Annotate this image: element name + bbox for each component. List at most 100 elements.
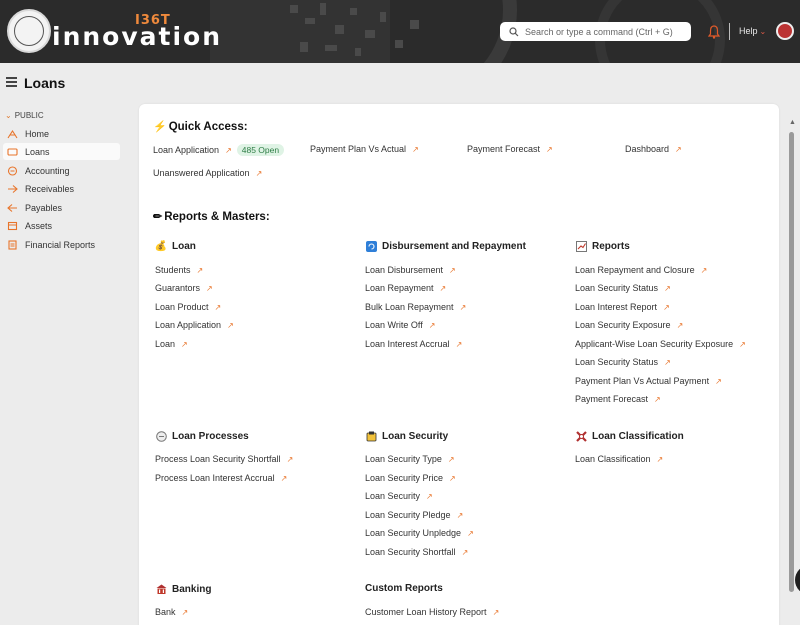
search-bar[interactable] bbox=[500, 22, 691, 41]
link-loan-disbursement[interactable]: Loan Disbursement ↗ bbox=[365, 265, 456, 275]
arrow-up-right-icon: ↗ bbox=[456, 510, 464, 520]
quick-access-unanswered-application[interactable]: Unanswered Application ↗ bbox=[153, 168, 262, 178]
link-students[interactable]: Students ↗ bbox=[155, 265, 203, 275]
link-loan-security-shortfall[interactable]: Loan Security Shortfall ↗ bbox=[365, 547, 468, 557]
link-loan-security-status[interactable]: Loan Security Status ↗ bbox=[575, 283, 671, 293]
classification-icon bbox=[575, 430, 587, 442]
arrow-up-right-icon: ↗ bbox=[447, 454, 455, 464]
link-loan-repayment[interactable]: Loan Repayment ↗ bbox=[365, 283, 446, 293]
shortcut-label: Payment Plan Vs Actual bbox=[310, 144, 407, 154]
link-bulk-loan-repayment[interactable]: Bulk Loan Repayment ↗ bbox=[365, 302, 466, 312]
link-label: Loan Security bbox=[365, 491, 421, 501]
payables-icon bbox=[6, 202, 18, 213]
link-loan-classification[interactable]: Loan Classification ↗ bbox=[575, 454, 663, 464]
card-loan-security-title: Loan Security bbox=[365, 430, 448, 442]
sidebar-item-label: Financial Reports bbox=[25, 239, 96, 250]
link-customer-loan-history-report[interactable]: Customer Loan History Report ↗ bbox=[365, 607, 499, 617]
quick-access-payment-forecast[interactable]: Payment Forecast ↗ bbox=[467, 144, 553, 154]
arrow-up-right-icon: ↗ bbox=[459, 302, 467, 312]
link-loan-security-status-2[interactable]: Loan Security Status ↗ bbox=[575, 357, 671, 367]
quick-access-dashboard[interactable]: Dashboard ↗ bbox=[625, 144, 682, 154]
link-payment-plan-vs-actual-payment[interactable]: Payment Plan Vs Actual Payment ↗ bbox=[575, 376, 722, 386]
link-guarantors[interactable]: Guarantors ↗ bbox=[155, 283, 213, 293]
section-title-text: Quick Access: bbox=[168, 120, 248, 133]
sidebar-item-payables[interactable]: Payables bbox=[3, 199, 120, 216]
company-seal-logo[interactable] bbox=[7, 9, 51, 53]
link-label: Loan Classification bbox=[575, 454, 651, 464]
lightning-icon: ⚡ bbox=[153, 121, 167, 133]
link-applicant-wise-loan-security-exposure[interactable]: Applicant-Wise Loan Security Exposure ↗ bbox=[575, 339, 746, 349]
link-label: Loan Security Status bbox=[575, 357, 659, 367]
link-label: Loan Interest Accrual bbox=[365, 339, 450, 349]
arrow-up-right-icon: ↗ bbox=[255, 168, 263, 178]
link-payment-forecast[interactable]: Payment Forecast ↗ bbox=[575, 394, 661, 404]
link-process-loan-security-shortfall[interactable]: Process Loan Security Shortfall ↗ bbox=[155, 454, 293, 464]
link-loan-application[interactable]: Loan Application ↗ bbox=[155, 320, 234, 330]
sidebar-item-accounting[interactable]: Accounting bbox=[3, 162, 120, 179]
scrollbar-thumb[interactable] bbox=[789, 132, 794, 592]
link-loan-security-type[interactable]: Loan Security Type ↗ bbox=[365, 454, 455, 464]
card-title-text: Disbursement and Repayment bbox=[382, 240, 526, 252]
card-title-text: Loan Security bbox=[382, 430, 449, 442]
link-loan-security-pledge[interactable]: Loan Security Pledge ↗ bbox=[365, 510, 463, 520]
card-title-text: Banking bbox=[172, 583, 212, 595]
sidebar-group-public[interactable]: ⌄ PUBLIC bbox=[5, 111, 44, 120]
link-loan-interest-accrual[interactable]: Loan Interest Accrual ↗ bbox=[365, 339, 462, 349]
link-loan-security-exposure[interactable]: Loan Security Exposure ↗ bbox=[575, 320, 683, 330]
arrow-up-right-icon: ↗ bbox=[412, 144, 419, 154]
link-label: Loan Security Pledge bbox=[365, 510, 451, 520]
arrow-up-right-icon: ↗ bbox=[196, 265, 204, 275]
card-title-text: Loan bbox=[172, 240, 196, 252]
link-bank[interactable]: Bank ↗ bbox=[155, 607, 188, 617]
workspace-card: ⚡ Quick Access: Loan Application ↗ 485 Open… bbox=[139, 104, 779, 625]
sidebar-item-loans[interactable]: Loans bbox=[3, 143, 120, 160]
count-badge: 485 Open bbox=[236, 144, 285, 156]
navbar-divider bbox=[729, 23, 730, 40]
sidebar-item-financial-reports[interactable]: Financial Reports bbox=[3, 236, 120, 253]
arrow-up-right-icon: ↗ bbox=[492, 607, 500, 617]
quick-access-payment-plan-vs-actual[interactable]: Payment Plan Vs Actual ↗ bbox=[310, 144, 419, 154]
receivables-icon bbox=[6, 183, 18, 194]
link-loan-security-unpledge[interactable]: Loan Security Unpledge ↗ bbox=[365, 528, 474, 538]
arrow-up-right-icon: ↗ bbox=[426, 491, 433, 501]
notification-bell-icon[interactable] bbox=[708, 25, 720, 39]
link-loan-security[interactable]: Loan Security ↗ bbox=[365, 491, 433, 501]
sidebar-item-receivables[interactable]: Receivables bbox=[3, 180, 120, 197]
link-loan-security-price[interactable]: Loan Security Price ↗ bbox=[365, 473, 456, 483]
link-label: Loan Security Status bbox=[575, 283, 659, 293]
arrow-up-right-icon: ↗ bbox=[449, 265, 456, 275]
link-label: Bank bbox=[155, 607, 176, 617]
link-loan-repayment-and-closure[interactable]: Loan Repayment and Closure ↗ bbox=[575, 265, 707, 275]
link-label: Loan Disbursement bbox=[365, 265, 444, 275]
link-label: Loan Security Exposure bbox=[575, 320, 671, 330]
link-label: Loan Application bbox=[155, 320, 222, 330]
link-process-loan-interest-accrual[interactable]: Process Loan Interest Accrual ↗ bbox=[155, 473, 287, 483]
link-loan-interest-report[interactable]: Loan Interest Report ↗ bbox=[575, 302, 670, 312]
user-avatar[interactable] bbox=[776, 22, 794, 40]
link-label: Customer Loan History Report bbox=[365, 607, 487, 617]
hamburger-menu-icon[interactable] bbox=[6, 77, 17, 87]
shortcut-label: Dashboard bbox=[625, 144, 670, 154]
arrow-up-right-icon: ↗ bbox=[461, 547, 469, 557]
link-loan-product[interactable]: Loan Product ↗ bbox=[155, 302, 221, 312]
help-label: Help bbox=[739, 26, 758, 36]
pencil-icon: ✏ bbox=[153, 211, 163, 223]
shortcut-label: Payment Forecast bbox=[467, 144, 541, 154]
sidebar-item-home[interactable]: Home bbox=[3, 125, 120, 142]
page-scrollbar[interactable]: ▲ bbox=[788, 104, 796, 625]
arrow-up-right-icon: ↗ bbox=[546, 144, 553, 154]
link-label: Loan Repayment bbox=[365, 283, 434, 293]
scroll-up-icon[interactable]: ▲ bbox=[789, 119, 796, 126]
search-input[interactable] bbox=[525, 26, 690, 37]
link-loan-write-off[interactable]: Loan Write Off ↗ bbox=[365, 320, 435, 330]
help-dropdown[interactable]: Help ⌄ bbox=[739, 26, 766, 36]
link-label: Loan Product bbox=[155, 302, 209, 312]
top-navbar: innovation I36T Help⌄ bbox=[0, 0, 800, 63]
sidebar-item-label: Payables bbox=[25, 202, 63, 213]
arrow-up-right-icon: ↗ bbox=[664, 357, 671, 367]
arrow-up-right-icon: ↗ bbox=[467, 528, 474, 538]
sidebar-item-assets[interactable]: Assets bbox=[3, 217, 120, 234]
link-loan[interactable]: Loan ↗ bbox=[155, 339, 188, 349]
quick-access-loan-application[interactable]: Loan Application ↗ 485 Open bbox=[153, 144, 285, 156]
arrow-up-right-icon: ↗ bbox=[656, 454, 664, 464]
